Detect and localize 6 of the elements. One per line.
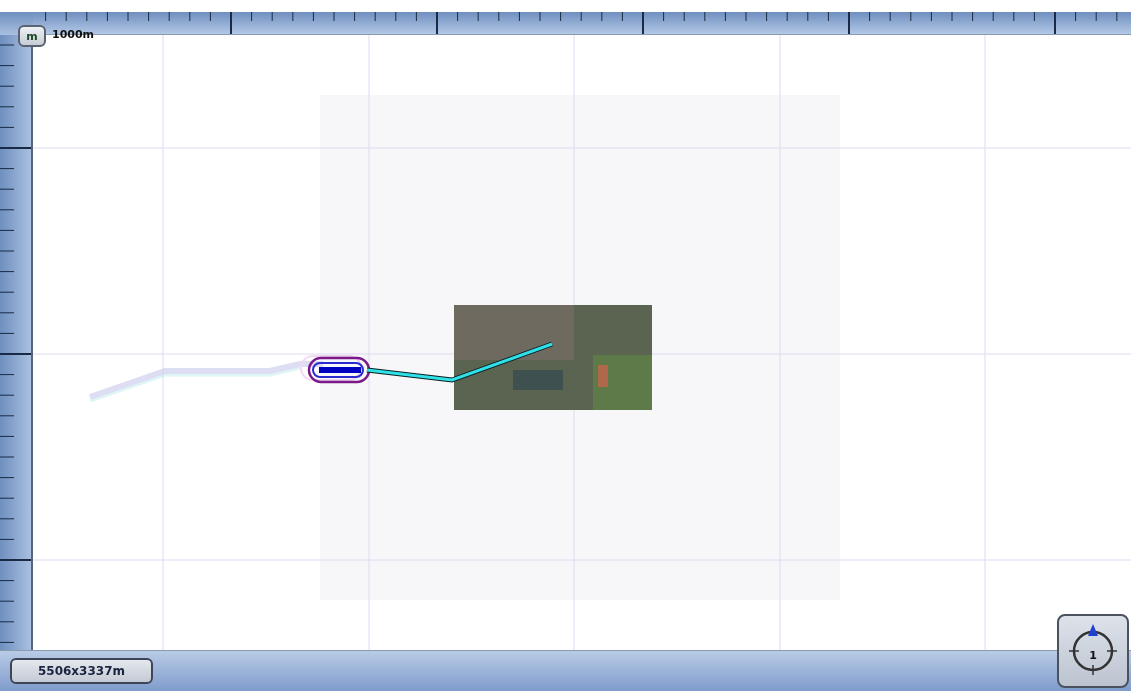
zoom-level-label: 1	[1089, 648, 1097, 662]
compass-button[interactable]: 1	[1057, 614, 1129, 688]
track-start-drawing	[307, 356, 371, 384]
unit-button[interactable]: m	[18, 25, 46, 47]
map-dimensions: 5506x3337m	[10, 658, 153, 684]
scale-label: 1000m	[52, 28, 95, 42]
